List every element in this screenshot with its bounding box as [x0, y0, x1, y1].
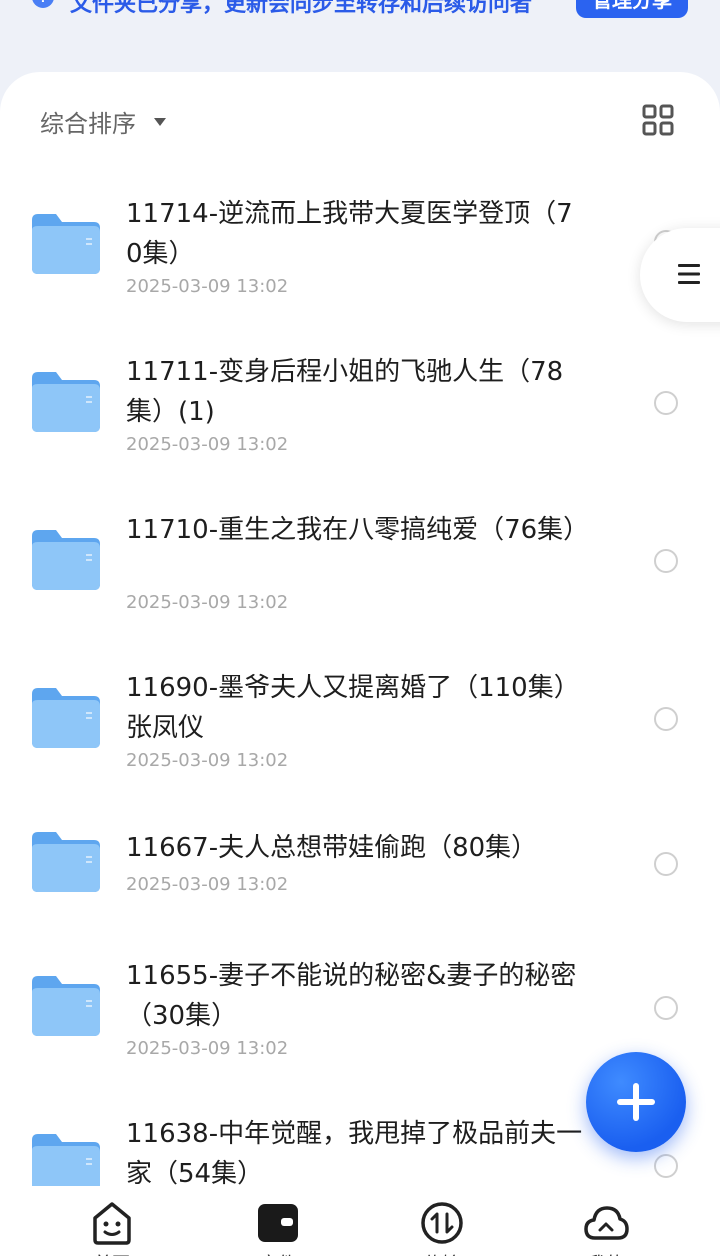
sort-label: 综合排序: [40, 110, 136, 138]
add-button[interactable]: [586, 1052, 686, 1152]
file-title: 11714-逆流而上我带大夏医学登顶（70集）: [126, 199, 573, 269]
list-item[interactable]: 11690-墨爷夫人又提离婚了（110集）张凤仪 2025-03-09 13:0…: [0, 664, 720, 814]
menu-icon: [678, 264, 700, 284]
file-title: 11667-夫人总想带娃偷跑（80集）: [126, 833, 538, 863]
tab-mine[interactable]: 我的: [576, 1200, 636, 1256]
file-title: 11711-变身后程小姐的飞驰人生（78集）(1): [126, 357, 564, 427]
tab-label: 文件: [248, 1250, 308, 1256]
file-date: 2025-03-09 13:02: [126, 434, 289, 455]
tab-label: 传输: [412, 1250, 472, 1256]
select-radio[interactable]: [654, 707, 678, 731]
file-date: 2025-03-09 13:02: [126, 276, 289, 297]
list-item[interactable]: 11711-变身后程小姐的飞驰人生（78集）(1) 2025-03-09 13:…: [0, 348, 720, 498]
manage-share-button[interactable]: 管理分享: [576, 0, 688, 18]
folder-icon: [32, 214, 100, 274]
transfer-icon: [421, 1202, 463, 1244]
folder-icon: [32, 372, 100, 432]
select-radio[interactable]: [654, 852, 678, 876]
file-date: 2025-03-09 13:02: [126, 1038, 289, 1059]
cloud-icon: [584, 1206, 629, 1240]
share-banner: ! 文件夹已分享，更新会同步至转存和后续访问者 管理分享: [0, 0, 720, 34]
select-radio[interactable]: [654, 549, 678, 573]
bottom-tab-bar: 首页 文件 传输 我的: [0, 1186, 720, 1256]
folder-icon: [32, 976, 100, 1036]
tab-home[interactable]: 首页: [82, 1200, 142, 1256]
file-date: 2025-03-09 13:02: [126, 592, 289, 613]
folder-icon: [32, 832, 100, 892]
sort-dropdown[interactable]: 综合排序: [40, 104, 166, 139]
folder-icon: [32, 530, 100, 590]
list-item[interactable]: 11710-重生之我在八零搞纯爱（76集） 2025-03-09 13:02: [0, 506, 720, 656]
tab-label: 首页: [82, 1250, 142, 1256]
info-icon: !: [32, 0, 54, 8]
wallet-folder-icon: [258, 1204, 298, 1242]
caret-down-icon: [154, 117, 166, 126]
file-date: 2025-03-09 13:02: [126, 874, 289, 895]
home-face-icon: [93, 1202, 131, 1245]
file-date: 2025-03-09 13:02: [126, 750, 289, 771]
file-title: 11690-墨爷夫人又提离婚了（110集）张凤仪: [126, 673, 580, 743]
select-radio[interactable]: [654, 391, 678, 415]
tab-files[interactable]: 文件: [248, 1200, 308, 1256]
file-title: 11655-妻子不能说的秘密&妻子的秘密（30集）: [126, 961, 577, 1031]
banner-text: 文件夹已分享，更新会同步至转存和后续访问者: [70, 0, 533, 17]
tab-transfer[interactable]: 传输: [412, 1200, 472, 1256]
file-title: 11638-中年觉醒，我甩掉了极品前夫一家（54集）: [126, 1119, 583, 1186]
tab-label: 我的: [576, 1250, 636, 1256]
select-radio[interactable]: [654, 1154, 678, 1178]
folder-icon: [32, 688, 100, 748]
folder-icon: [32, 1134, 100, 1186]
list-item[interactable]: 11714-逆流而上我带大夏医学登顶（70集） 2025-03-09 13:02: [0, 190, 720, 340]
grid-view-icon[interactable]: [642, 104, 674, 136]
list-item[interactable]: 11667-夫人总想带娃偷跑（80集） 2025-03-09 13:02: [0, 808, 720, 958]
file-title: 11710-重生之我在八零搞纯爱（76集）: [126, 515, 590, 545]
select-radio[interactable]: [654, 996, 678, 1020]
